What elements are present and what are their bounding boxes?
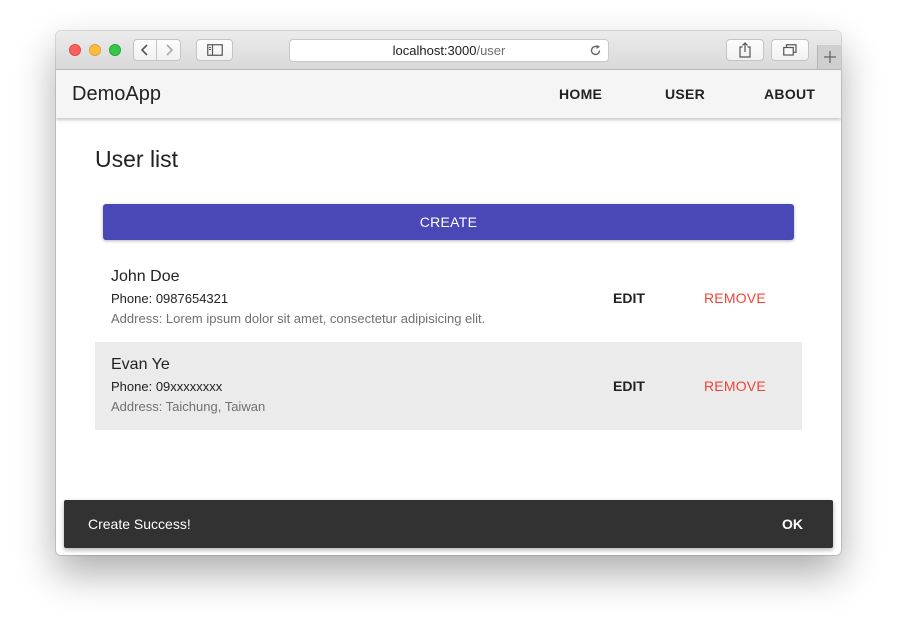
user-name: John Doe [111, 268, 180, 285]
user-phone: Phone: 09xxxxxxxx [111, 379, 223, 394]
tabs-overview-button[interactable] [771, 39, 809, 61]
minimize-window-button[interactable] [89, 44, 101, 56]
user-list-item: John Doe Phone: 0987654321 Address: Lore… [95, 254, 802, 342]
user-address: Address: Taichung, Taiwan [111, 399, 266, 414]
nav-user-link[interactable]: USER [665, 86, 705, 102]
user-address: Address: Lorem ipsum dolor sit amet, con… [111, 311, 486, 326]
plus-icon [823, 51, 836, 63]
user-list-item: Evan Ye Phone: 09xxxxxxxx Address: Taich… [95, 342, 802, 430]
sidebar-toggle-button[interactable] [196, 39, 233, 61]
reload-icon[interactable] [588, 43, 603, 58]
back-button[interactable] [133, 39, 157, 61]
address-bar[interactable]: localhost:3000/user [289, 39, 609, 62]
create-button[interactable]: CREATE [103, 204, 794, 240]
app-bar: DemoApp HOME USER ABOUT [56, 70, 841, 118]
url-host: localhost:3000 [392, 43, 477, 58]
share-button[interactable] [726, 39, 764, 61]
app-brand[interactable]: DemoApp [72, 83, 161, 106]
edit-button[interactable]: EDIT [613, 378, 645, 394]
tabs-icon [783, 44, 797, 56]
back-icon [140, 44, 148, 56]
share-icon [739, 42, 751, 58]
browser-window: localhost:3000/user DemoApp HOME USER AB… [56, 31, 841, 555]
snackbar-message: Create Success! [88, 516, 191, 532]
user-phone: Phone: 0987654321 [111, 291, 229, 306]
user-name: Evan Ye [111, 356, 170, 373]
sidebar-icon [206, 44, 223, 56]
page-title: User list [95, 146, 179, 172]
nav-about-link[interactable]: ABOUT [764, 86, 815, 102]
zoom-window-button[interactable] [109, 44, 121, 56]
forward-button[interactable] [157, 39, 181, 61]
new-tab-button[interactable] [817, 45, 841, 69]
remove-button[interactable]: REMOVE [704, 290, 766, 306]
forward-icon [165, 44, 173, 56]
title-bar: localhost:3000/user [56, 31, 841, 70]
snackbar: Create Success! OK [64, 500, 833, 548]
url-path: /user [476, 43, 506, 58]
edit-button[interactable]: EDIT [613, 290, 645, 306]
nav-home-link[interactable]: HOME [559, 86, 602, 102]
close-window-button[interactable] [69, 44, 81, 56]
remove-button[interactable]: REMOVE [704, 378, 766, 394]
snackbar-ok-button[interactable]: OK [782, 516, 803, 532]
